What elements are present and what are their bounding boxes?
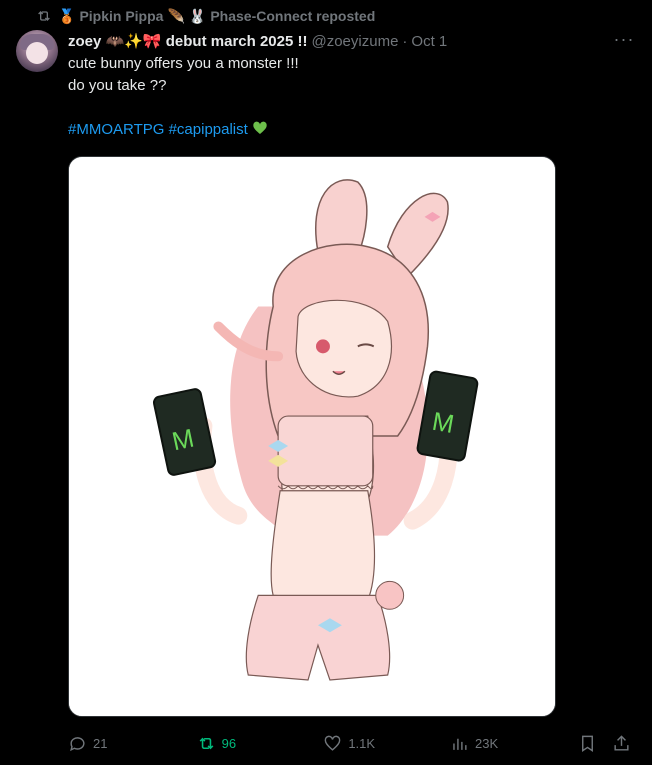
ribbon-emoji: 🎀 bbox=[142, 33, 162, 50]
share-button[interactable] bbox=[604, 734, 638, 753]
tweet-line-1: cute bunny offers you a monster !!! bbox=[68, 55, 299, 72]
feather-emoji: 🪶 bbox=[167, 7, 185, 24]
bat-emoji: 🦇 bbox=[105, 33, 125, 50]
hashtag-capippalist[interactable]: #capippalist bbox=[169, 121, 248, 138]
like-count: 1.1K bbox=[348, 735, 376, 751]
repost-button[interactable]: 96 bbox=[197, 734, 324, 753]
tweet-header: zoey 🦇✨🎀 debut march 2025 !! @zoeyizume … bbox=[68, 30, 632, 52]
more-options-button[interactable]: ··· bbox=[610, 30, 638, 52]
share-icon bbox=[614, 734, 629, 751]
reply-count: 21 bbox=[93, 735, 108, 751]
views-button[interactable]: 23K bbox=[450, 734, 571, 753]
separator: · bbox=[402, 32, 408, 50]
bookmark-button[interactable] bbox=[571, 734, 605, 753]
reply-icon bbox=[70, 736, 85, 751]
author-handle[interactable]: @zoeyizume bbox=[311, 33, 398, 50]
repost-count: 96 bbox=[221, 735, 237, 751]
medal-emoji: 🥉 bbox=[58, 7, 76, 24]
repost-action-icon bbox=[199, 737, 214, 749]
reply-button[interactable]: 21 bbox=[68, 734, 197, 753]
tweet-text: cute bunny offers you a monster !!! do y… bbox=[68, 53, 628, 141]
views-count: 23K bbox=[474, 735, 499, 751]
repost-name-2[interactable]: Phase-Connect reposted bbox=[210, 8, 375, 24]
hashtag-mmoartpg[interactable]: #MMOARTPG bbox=[68, 121, 164, 138]
repost-name-1[interactable]: Pipkin Pippa bbox=[79, 8, 163, 24]
timestamp[interactable]: Oct 1 bbox=[411, 33, 447, 50]
avatar[interactable] bbox=[16, 30, 58, 72]
bunny-girl-illustration: M M bbox=[69, 157, 555, 716]
tweet-actions: 21 96 1.1K 23K bbox=[68, 730, 638, 756]
rabbit-emoji: 🐰 bbox=[188, 7, 207, 24]
heart-icon bbox=[324, 735, 341, 751]
tweet-image[interactable]: M M bbox=[68, 156, 556, 717]
green-heart-icon bbox=[253, 121, 267, 134]
views-icon bbox=[453, 738, 467, 750]
tweet-line-2: do you take ?? bbox=[68, 77, 167, 94]
repost-context[interactable]: 🥉 Pipkin Pippa 🪶 🐰 Phase-Connect reposte… bbox=[36, 6, 375, 26]
bookmark-icon bbox=[582, 735, 593, 752]
repost-icon bbox=[38, 11, 50, 21]
sparkles-emoji: ✨ bbox=[124, 33, 143, 50]
author-name[interactable]: zoey 🦇✨🎀 debut march 2025 !! bbox=[68, 32, 307, 50]
like-button[interactable]: 1.1K bbox=[323, 734, 450, 753]
